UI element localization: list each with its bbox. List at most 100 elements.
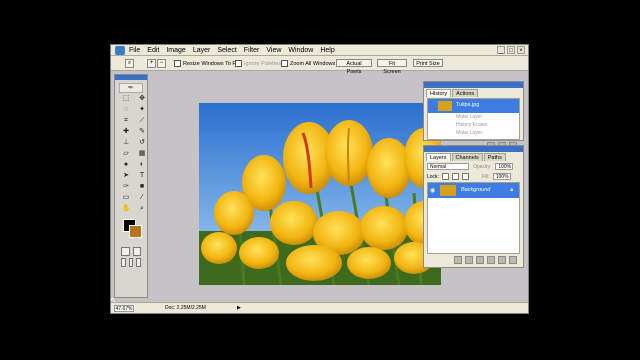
layer-name: Background <box>461 187 491 193</box>
blend-mode-select[interactable]: Normal <box>427 163 469 170</box>
toolbox: ✒ ⬚ ✥ ◌ ✦ ⌗ ⟋ ✚ ✎ ⊥ ↺ ▱ ▦ ● ◐ ➤ T ✑ ■ ▭ … <box>114 74 148 298</box>
history-panel-titlebar[interactable] <box>424 82 523 88</box>
lock-icon: 🔒︎ <box>510 187 513 193</box>
delete-layer-icon[interactable] <box>509 256 517 264</box>
fill-label: Fill: <box>481 173 490 180</box>
zoom-tool-icon[interactable]: ⌕ <box>125 59 134 68</box>
history-brush-icon[interactable]: ↺ <box>136 139 148 147</box>
slice-tool-icon[interactable]: ⟋ <box>136 117 148 125</box>
crop-tool-icon[interactable]: ⌗ <box>120 117 132 125</box>
link-layers-icon[interactable] <box>454 256 462 264</box>
healing-tool-icon[interactable]: ✚ <box>120 128 132 136</box>
marquee-tool-icon[interactable]: ⬚ <box>120 95 132 103</box>
layer-mask-icon[interactable] <box>476 256 484 264</box>
type-tool-icon[interactable]: T <box>136 172 148 180</box>
layers-panel-tabs: Layers Channels Paths <box>424 153 523 161</box>
tab-channels[interactable]: Channels <box>451 153 483 161</box>
history-panel: History Actions Tulips.jpg Make Layer Hi… <box>423 81 524 150</box>
menu-image[interactable]: Image <box>166 46 185 55</box>
quickmask-mode-button[interactable] <box>132 247 141 256</box>
lock-label: Lock: <box>427 173 439 180</box>
zoom-tool-icon[interactable]: ⌕ <box>136 205 148 213</box>
eye-icon[interactable]: ◉ <box>430 187 435 194</box>
move-tool-icon[interactable]: ✥ <box>136 95 148 103</box>
toolbox-titlebar[interactable] <box>115 75 147 80</box>
screen-mode-fullscreen-button[interactable] <box>136 258 142 267</box>
background-color-swatch[interactable] <box>129 225 142 238</box>
menu-window[interactable]: Window <box>288 46 313 55</box>
layer-list: ◉ Background 🔒︎ <box>427 182 520 254</box>
new-set-icon[interactable] <box>487 256 495 264</box>
photoshop-logo-icon <box>115 46 125 55</box>
opacity-field[interactable]: 100% <box>495 163 514 170</box>
menu-file[interactable]: File <box>129 46 140 55</box>
layer-row[interactable]: ◉ Background 🔒︎ <box>428 183 519 198</box>
brush-tool-icon[interactable]: ✎ <box>136 128 148 136</box>
screen-mode-standard-button[interactable] <box>121 258 126 267</box>
options-bar: ⌕ + − Resize Windows To Fit Ignore Palet… <box>111 56 528 75</box>
blur-tool-icon[interactable]: ● <box>120 161 132 169</box>
new-layer-icon[interactable] <box>498 256 506 264</box>
history-snapshot[interactable]: Tulips.jpg <box>428 99 519 113</box>
tab-paths[interactable]: Paths <box>483 153 506 161</box>
close-button[interactable]: × <box>517 46 525 54</box>
shape-tool-icon[interactable]: ■ <box>136 183 148 191</box>
eraser-tool-icon[interactable]: ▱ <box>120 150 132 158</box>
zoom-out-icon[interactable]: − <box>157 59 166 68</box>
eyedropper-icon[interactable]: ⁄ <box>136 194 148 202</box>
status-menu-arrow-icon[interactable]: ▶ <box>237 305 241 312</box>
layer-thumbnail <box>440 185 456 196</box>
history-state[interactable]: History Eraser <box>428 121 519 129</box>
print-size-button[interactable]: Print Size <box>413 59 443 67</box>
zoom-level-field[interactable]: 47.67% <box>114 305 134 312</box>
standard-mode-button[interactable] <box>121 247 130 256</box>
layers-panel-titlebar[interactable] <box>424 146 523 152</box>
menu-help[interactable]: Help <box>320 46 334 55</box>
menu-layer[interactable]: Layer <box>193 46 211 55</box>
opacity-label: Opacity: <box>473 163 492 170</box>
snapshot-label: Tulips.jpg <box>456 102 480 108</box>
resize-windows-checkbox[interactable]: Resize Windows To Fit <box>174 60 239 67</box>
hand-tool-icon[interactable]: ✋ <box>120 205 132 213</box>
fit-screen-button[interactable]: Fit Screen <box>377 59 407 75</box>
feather-icon[interactable]: ✒ <box>119 83 143 93</box>
menu-select[interactable]: Select <box>217 46 236 55</box>
actual-pixels-button[interactable]: Actual Pixels <box>336 59 372 75</box>
screen-mode-full-button[interactable] <box>128 258 134 267</box>
lasso-tool-icon[interactable]: ◌ <box>120 106 132 114</box>
status-bar: 47.67% Doc: 2.25M/2.25M ▶ <box>111 302 528 313</box>
menu-view[interactable]: View <box>266 46 281 55</box>
menu-edit[interactable]: Edit <box>147 46 159 55</box>
mask-mode-buttons <box>115 247 147 256</box>
tab-layers[interactable]: Layers <box>426 153 451 161</box>
maximize-button[interactable]: □ <box>507 46 515 54</box>
menu-filter[interactable]: Filter <box>244 46 260 55</box>
lock-row: Lock: Fill: 100% <box>424 172 523 181</box>
notes-tool-icon[interactable]: ▭ <box>120 194 132 202</box>
lock-position-checkbox[interactable] <box>461 173 469 180</box>
history-state[interactable]: Make Layer <box>428 113 519 121</box>
tab-actions[interactable]: Actions <box>452 89 479 97</box>
stamp-tool-icon[interactable]: ⊥ <box>120 139 132 147</box>
fill-field[interactable]: 100% <box>492 173 511 180</box>
lock-transparency-checkbox[interactable] <box>441 173 449 180</box>
layers-panel-buttons <box>424 256 523 264</box>
screen-mode-buttons <box>115 258 147 267</box>
magic-wand-icon[interactable]: ✦ <box>136 106 148 114</box>
gradient-tool-icon[interactable]: ▦ <box>136 150 148 158</box>
window-controls: _ □ × <box>497 46 525 54</box>
lock-image-checkbox[interactable] <box>451 173 459 180</box>
tab-history[interactable]: History <box>426 89 452 97</box>
ignore-palettes-checkbox[interactable]: Ignore Palettes <box>235 60 281 67</box>
path-select-icon[interactable]: ➤ <box>120 172 132 180</box>
layer-blend-controls: Normal Opacity: 100% <box>424 161 523 172</box>
tulips-image[interactable] <box>199 103 441 285</box>
zoom-all-windows-checkbox[interactable]: Zoom All Windows <box>281 60 335 67</box>
history-state[interactable]: Make Layer <box>428 129 519 137</box>
minimize-button[interactable]: _ <box>497 46 505 54</box>
dodge-tool-icon[interactable]: ◐ <box>136 161 148 169</box>
menu-items: File Edit Image Layer Select Filter View… <box>129 46 335 55</box>
zoom-in-icon[interactable]: + <box>147 59 156 68</box>
pen-tool-icon[interactable]: ✑ <box>120 183 132 191</box>
layer-style-icon[interactable] <box>465 256 473 264</box>
